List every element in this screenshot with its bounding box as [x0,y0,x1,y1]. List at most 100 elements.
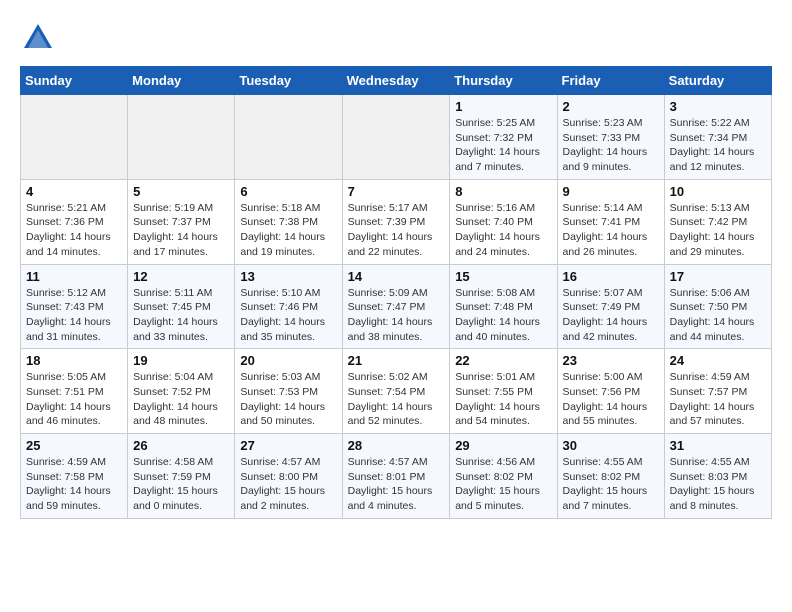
calendar-cell: 12Sunrise: 5:11 AM Sunset: 7:45 PM Dayli… [128,264,235,349]
day-detail: Sunrise: 5:12 AM Sunset: 7:43 PM Dayligh… [26,286,122,345]
day-number: 14 [348,269,445,284]
weekday-header-friday: Friday [557,67,664,95]
weekday-header-row: SundayMondayTuesdayWednesdayThursdayFrid… [21,67,772,95]
calendar-cell: 16 Sunrise: 5:07 AM Sunset: 7:49 PM Dayli… [557,264,664,349]
calendar-cell: 29 Sunrise: 4:56 AM Sunset: 8:02 PM Dayli… [450,434,557,519]
calendar-cell: 2Sunrise: 5:23 AM Sunset: 7:33 PM Daylig… [557,95,664,180]
calendar-cell: 13Sunrise: 5:10 AM Sunset: 7:46 PM Dayli… [235,264,342,349]
day-number: 26 [133,438,229,453]
day-detail: Sunrise: 5:00 AM Sunset: 7:56 PM Dayligh… [563,370,659,429]
day-detail: Sunrise: 4:55 AM Sunset: 8:02 PM Dayligh… [563,455,659,514]
day-number: 19 [133,353,229,368]
calendar-cell: 20 Sunrise: 5:03 AM Sunset: 7:53 PM Dayli… [235,349,342,434]
calendar-table: SundayMondayTuesdayWednesdayThursdayFrid… [20,66,772,519]
calendar-cell: 30 Sunrise: 4:55 AM Sunset: 8:02 PM Dayli… [557,434,664,519]
day-detail: Sunrise: 5:01 AM Sunset: 7:55 PM Dayligh… [455,370,551,429]
calendar-cell [128,95,235,180]
day-detail: Sunrise: 4:59 AM Sunset: 7:57 PM Dayligh… [670,370,766,429]
day-detail: Sunrise: 5:16 AM Sunset: 7:40 PM Dayligh… [455,201,551,260]
day-number: 11 [26,269,122,284]
day-number: 28 [348,438,445,453]
logo [20,20,62,56]
day-detail: Sunrise: 5:07 AM Sunset: 7:49 PM Dayligh… [563,286,659,345]
day-number: 21 [348,353,445,368]
calendar-cell: 21 Sunrise: 5:02 AM Sunset: 7:54 PM Dayli… [342,349,450,434]
day-number: 5 [133,184,229,199]
day-number: 27 [240,438,336,453]
day-number: 20 [240,353,336,368]
day-number: 6 [240,184,336,199]
day-number: 23 [563,353,659,368]
day-detail: Sunrise: 5:08 AM Sunset: 7:48 PM Dayligh… [455,286,551,345]
day-detail: Sunrise: 4:55 AM Sunset: 8:03 PM Dayligh… [670,455,766,514]
day-detail: Sunrise: 5:02 AM Sunset: 7:54 PM Dayligh… [348,370,445,429]
day-number: 2 [563,99,659,114]
weekday-header-saturday: Saturday [664,67,771,95]
day-detail: Sunrise: 5:10 AM Sunset: 7:46 PM Dayligh… [240,286,336,345]
day-number: 1 [455,99,551,114]
weekday-header-monday: Monday [128,67,235,95]
calendar-cell: 26Sunrise: 4:58 AM Sunset: 7:59 PM Dayli… [128,434,235,519]
calendar-cell: 11 Sunrise: 5:12 AM Sunset: 7:43 PM Dayli… [21,264,128,349]
calendar-cell: 22 Sunrise: 5:01 AM Sunset: 7:55 PM Dayli… [450,349,557,434]
calendar-cell: 3 Sunrise: 5:22 AM Sunset: 7:34 PM Daylig… [664,95,771,180]
calendar-cell: 8Sunrise: 5:16 AM Sunset: 7:40 PM Daylig… [450,179,557,264]
day-number: 16 [563,269,659,284]
day-detail: Sunrise: 5:22 AM Sunset: 7:34 PM Dayligh… [670,116,766,175]
day-number: 30 [563,438,659,453]
day-detail: Sunrise: 4:56 AM Sunset: 8:02 PM Dayligh… [455,455,551,514]
calendar-week-row: 18 Sunrise: 5:05 AM Sunset: 7:51 PM Dayli… [21,349,772,434]
day-detail: Sunrise: 5:21 AM Sunset: 7:36 PM Dayligh… [26,201,122,260]
day-number: 24 [670,353,766,368]
calendar-cell [21,95,128,180]
day-number: 10 [670,184,766,199]
calendar-cell: 1 Sunrise: 5:25 AM Sunset: 7:32 PM Daylig… [450,95,557,180]
calendar-week-row: 1 Sunrise: 5:25 AM Sunset: 7:32 PM Daylig… [21,95,772,180]
day-detail: Sunrise: 5:11 AM Sunset: 7:45 PM Dayligh… [133,286,229,345]
day-number: 3 [670,99,766,114]
day-number: 15 [455,269,551,284]
calendar-cell: 9 Sunrise: 5:14 AM Sunset: 7:41 PM Daylig… [557,179,664,264]
calendar-cell: 31 Sunrise: 4:55 AM Sunset: 8:03 PM Dayli… [664,434,771,519]
day-number: 31 [670,438,766,453]
day-number: 18 [26,353,122,368]
page-header [20,20,772,56]
weekday-header-wednesday: Wednesday [342,67,450,95]
day-number: 7 [348,184,445,199]
day-detail: Sunrise: 5:05 AM Sunset: 7:51 PM Dayligh… [26,370,122,429]
day-detail: Sunrise: 5:19 AM Sunset: 7:37 PM Dayligh… [133,201,229,260]
weekday-header-sunday: Sunday [21,67,128,95]
calendar-cell: 25Sunrise: 4:59 AM Sunset: 7:58 PM Dayli… [21,434,128,519]
day-detail: Sunrise: 5:18 AM Sunset: 7:38 PM Dayligh… [240,201,336,260]
calendar-cell: 5 Sunrise: 5:19 AM Sunset: 7:37 PM Daylig… [128,179,235,264]
day-detail: Sunrise: 5:03 AM Sunset: 7:53 PM Dayligh… [240,370,336,429]
day-detail: Sunrise: 5:06 AM Sunset: 7:50 PM Dayligh… [670,286,766,345]
calendar-week-row: 25Sunrise: 4:59 AM Sunset: 7:58 PM Dayli… [21,434,772,519]
day-number: 4 [26,184,122,199]
day-number: 29 [455,438,551,453]
logo-icon [20,20,56,56]
calendar-cell: 10 Sunrise: 5:13 AM Sunset: 7:42 PM Dayli… [664,179,771,264]
day-number: 22 [455,353,551,368]
day-detail: Sunrise: 4:59 AM Sunset: 7:58 PM Dayligh… [26,455,122,514]
calendar-cell: 14 Sunrise: 5:09 AM Sunset: 7:47 PM Dayli… [342,264,450,349]
day-detail: Sunrise: 5:25 AM Sunset: 7:32 PM Dayligh… [455,116,551,175]
calendar-week-row: 11 Sunrise: 5:12 AM Sunset: 7:43 PM Dayli… [21,264,772,349]
day-number: 9 [563,184,659,199]
calendar-cell: 18 Sunrise: 5:05 AM Sunset: 7:51 PM Dayli… [21,349,128,434]
calendar-cell: 6 Sunrise: 5:18 AM Sunset: 7:38 PM Daylig… [235,179,342,264]
day-detail: Sunrise: 5:14 AM Sunset: 7:41 PM Dayligh… [563,201,659,260]
calendar-cell: 15 Sunrise: 5:08 AM Sunset: 7:48 PM Dayli… [450,264,557,349]
calendar-cell [342,95,450,180]
calendar-cell: 17 Sunrise: 5:06 AM Sunset: 7:50 PM Dayli… [664,264,771,349]
calendar-cell: 19Sunrise: 5:04 AM Sunset: 7:52 PM Dayli… [128,349,235,434]
day-number: 17 [670,269,766,284]
day-detail: Sunrise: 4:57 AM Sunset: 8:01 PM Dayligh… [348,455,445,514]
day-detail: Sunrise: 5:09 AM Sunset: 7:47 PM Dayligh… [348,286,445,345]
calendar-cell: 27Sunrise: 4:57 AM Sunset: 8:00 PM Dayli… [235,434,342,519]
calendar-cell: 24 Sunrise: 4:59 AM Sunset: 7:57 PM Dayli… [664,349,771,434]
calendar-cell [235,95,342,180]
calendar-cell: 28 Sunrise: 4:57 AM Sunset: 8:01 PM Dayli… [342,434,450,519]
day-detail: Sunrise: 5:17 AM Sunset: 7:39 PM Dayligh… [348,201,445,260]
day-detail: Sunrise: 5:13 AM Sunset: 7:42 PM Dayligh… [670,201,766,260]
